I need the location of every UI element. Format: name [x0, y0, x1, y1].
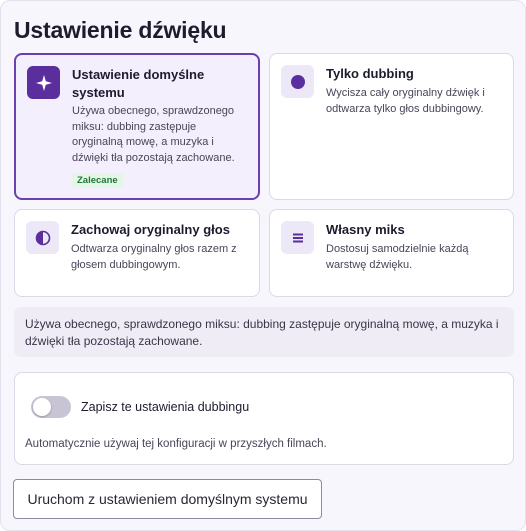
toggle-knob — [33, 398, 51, 416]
option-description: Używa obecnego, sprawdzonego miksu: dubb… — [72, 105, 235, 164]
option-card-custom-mix[interactable]: Własny miks Dostosuj samodzielnie każdą … — [269, 209, 514, 297]
option-title: Własny miks — [326, 222, 405, 237]
option-card-keep-original-voice[interactable]: Zachowaj oryginalny głos Odtwarza orygin… — [14, 209, 260, 297]
audio-settings-panel: Ustawienie dźwięku Ustawienie domyślne s… — [0, 0, 526, 531]
save-settings-description: Automatycznie używaj tej konfiguracji w … — [25, 438, 327, 450]
option-card-system-default[interactable]: Ustawienie domyślne systemu Używa obecne… — [14, 53, 260, 200]
save-settings-toggle[interactable] — [31, 396, 71, 418]
option-description: Dostosuj samodzielnie każdą warstwę dźwi… — [326, 243, 469, 271]
option-card-dubbing-only[interactable]: Tylko dubbing Wycisza cały oryginalny dź… — [269, 53, 514, 200]
selected-option-info: Używa obecnego, sprawdzonego miksu: dubb… — [14, 307, 514, 357]
equalizer-lines-icon — [281, 221, 314, 254]
option-title: Zachowaj oryginalny głos — [71, 222, 230, 237]
save-settings-section: Zapisz te ustawienia dubbingu Automatycz… — [14, 372, 514, 465]
save-settings-label: Zapisz te ustawienia dubbingu — [81, 400, 250, 414]
option-title: Tylko dubbing — [326, 66, 414, 81]
half-circle-icon — [26, 221, 59, 254]
option-description: Wycisza cały oryginalny dźwięk i odtwarz… — [326, 87, 485, 115]
option-title: Ustawienie domyślne systemu — [72, 67, 205, 100]
page-title: Ustawienie dźwięku — [14, 17, 227, 43]
sparkle-icon — [27, 66, 60, 99]
circle-dot-icon — [281, 65, 314, 98]
launch-button[interactable]: Uruchom z ustawieniem domyślnym systemu — [13, 479, 322, 519]
recommended-badge: Zalecane — [72, 173, 123, 188]
option-description: Odtwarza oryginalny głos razem z głosem … — [71, 243, 237, 271]
